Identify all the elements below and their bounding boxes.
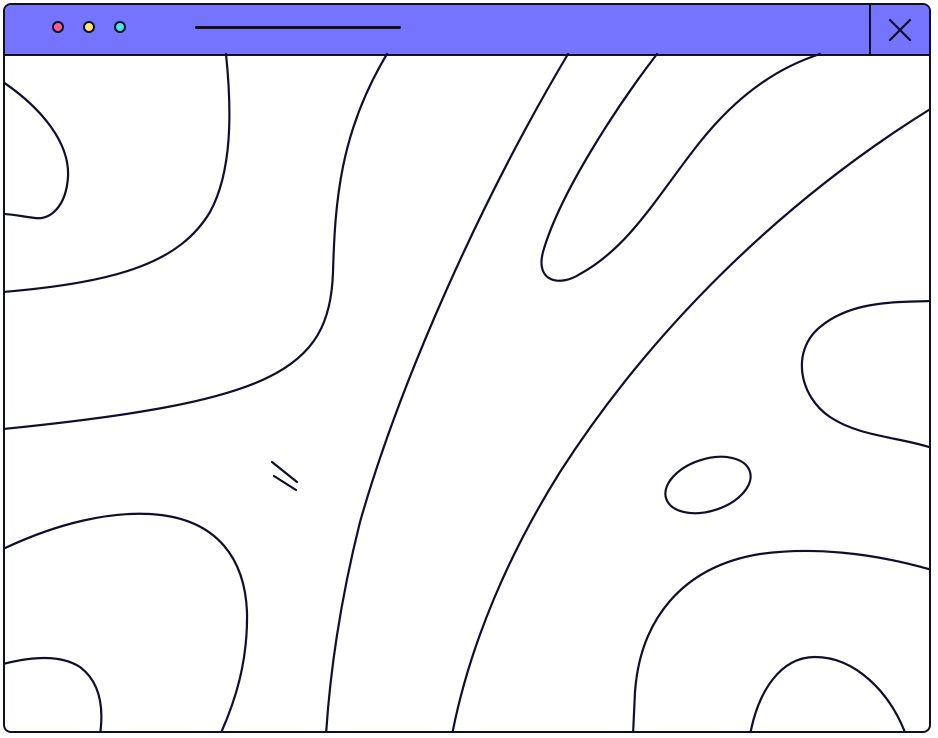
browser-window xyxy=(3,3,931,733)
contour-line xyxy=(5,52,389,430)
contour-line xyxy=(5,82,70,220)
content-area xyxy=(5,52,929,731)
contour-line xyxy=(800,299,929,449)
contour-line xyxy=(5,656,103,731)
contour-line xyxy=(632,549,929,731)
contour-line xyxy=(5,512,249,731)
contour-ellipse xyxy=(664,455,752,515)
topographic-illustration xyxy=(5,52,929,731)
contour-line xyxy=(749,655,906,731)
contour-line xyxy=(451,108,929,731)
contour-line xyxy=(325,52,570,731)
contour-line xyxy=(5,52,231,293)
hatch-mark xyxy=(270,460,299,484)
contour-line xyxy=(540,52,822,282)
